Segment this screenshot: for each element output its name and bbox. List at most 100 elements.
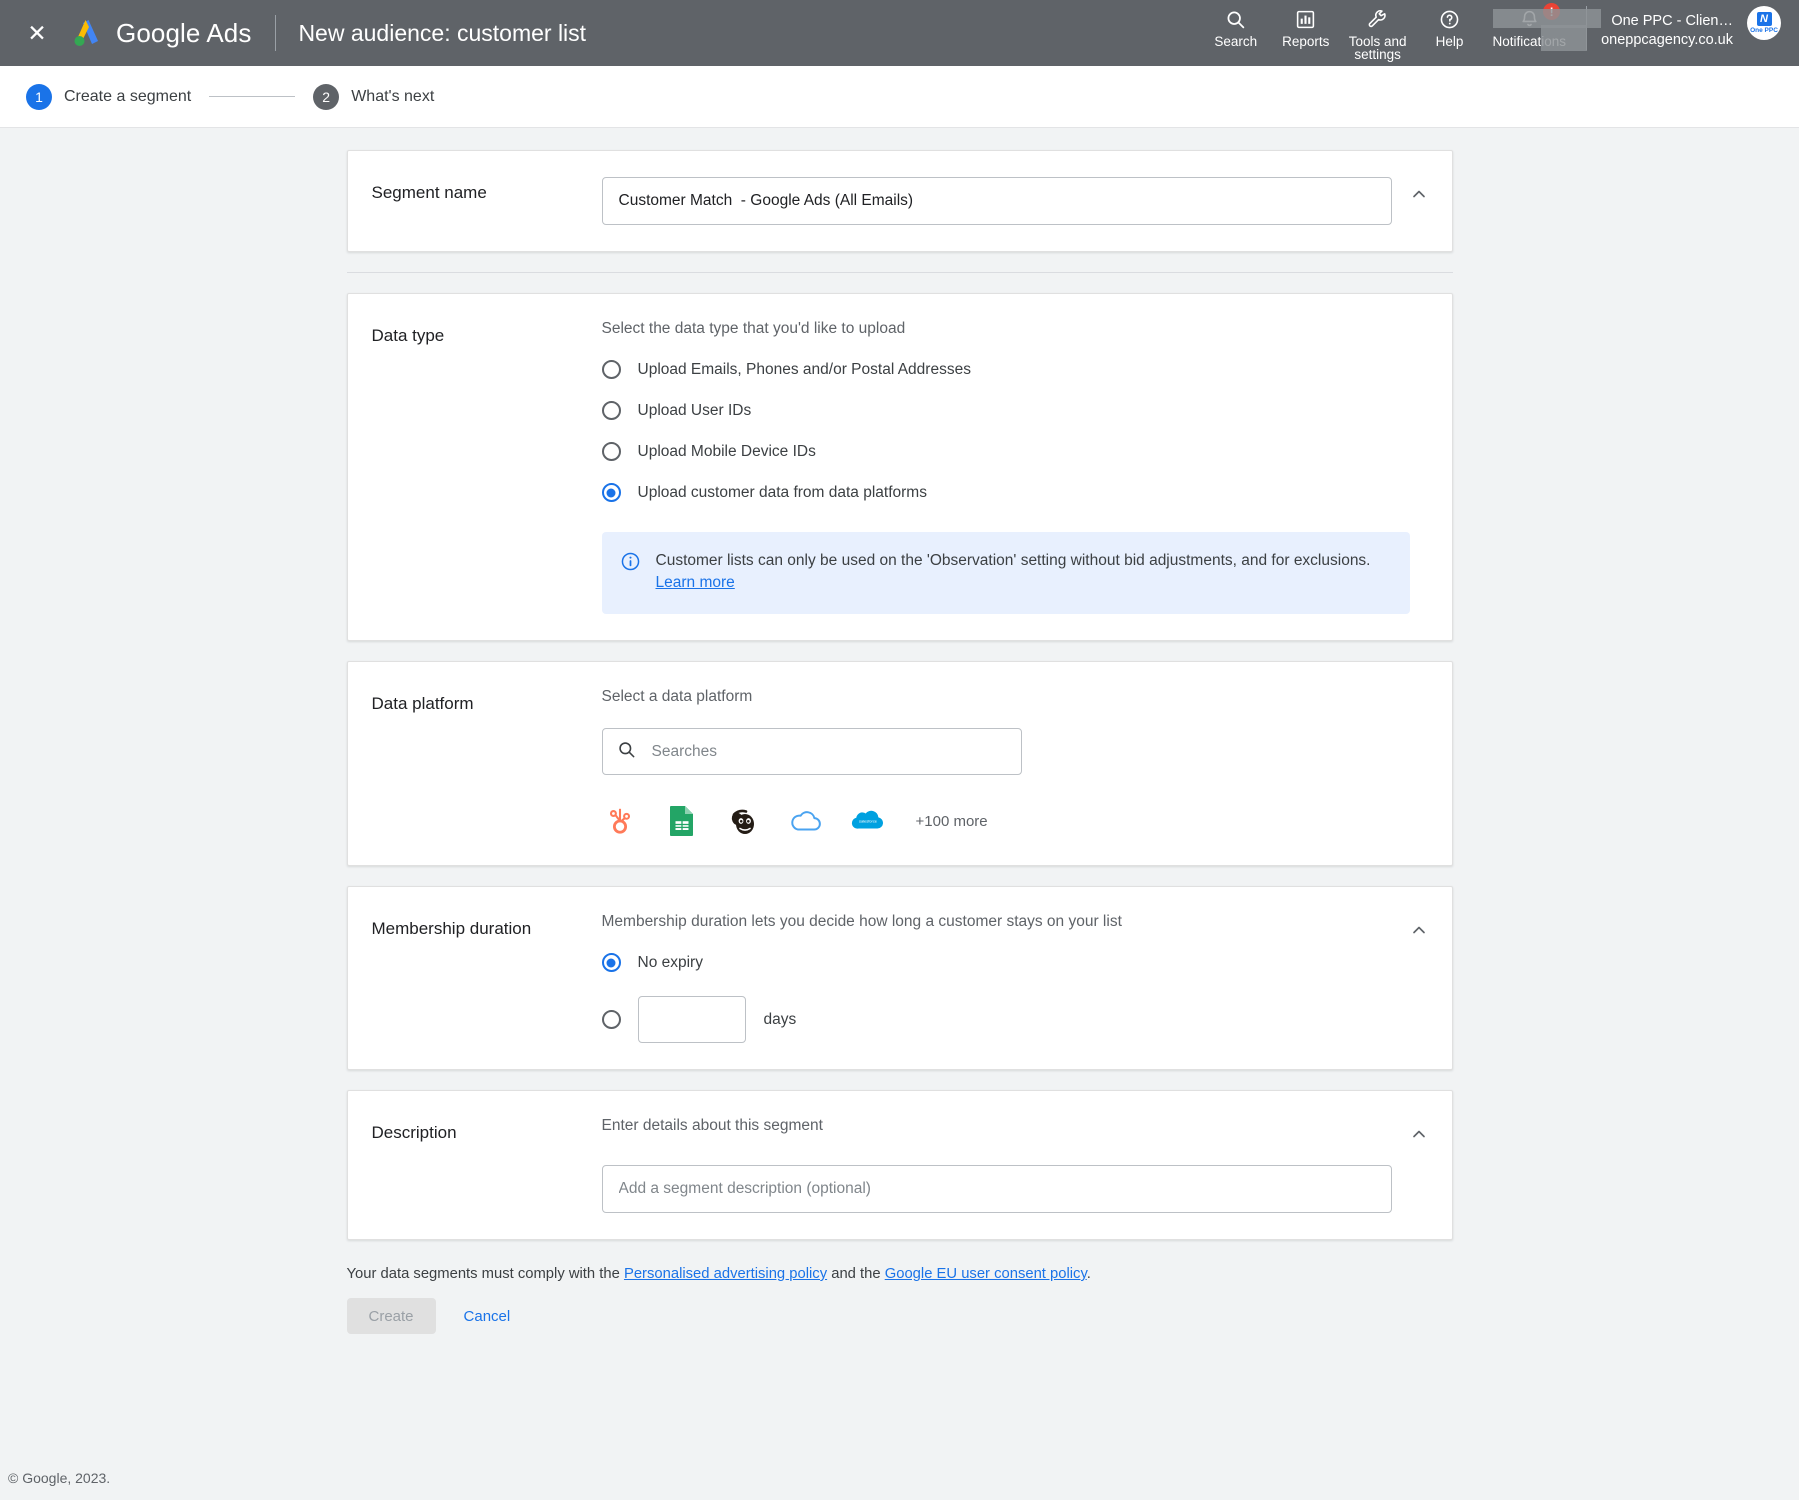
radio-no-expiry[interactable]	[601, 953, 621, 972]
salesforce-icon[interactable]: salesforce	[850, 803, 886, 839]
membership-duration-card: Membership duration Membership duration …	[346, 886, 1453, 1070]
create-button[interactable]: Create	[346, 1298, 436, 1334]
step-2-number: 2	[313, 83, 340, 110]
cloud-icon[interactable]	[788, 803, 824, 839]
header-divider	[275, 15, 277, 51]
data-type-option-user-ids[interactable]: Upload User IDs	[601, 401, 1426, 420]
mailchimp-icon[interactable]	[726, 803, 762, 839]
radio-user-ids[interactable]	[601, 401, 621, 420]
google-sheets-icon[interactable]	[664, 803, 700, 839]
policy-middle: and the	[827, 1266, 885, 1282]
radio-emails[interactable]	[601, 360, 621, 379]
info-icon	[620, 550, 642, 594]
more-platforms-link[interactable]: +100 more	[916, 813, 988, 830]
close-icon[interactable]: ✕	[22, 18, 52, 48]
membership-duration-label: Membership duration	[371, 919, 532, 938]
svg-text:salesforce: salesforce	[858, 819, 877, 824]
avatar[interactable]: N One PPC	[1747, 6, 1781, 40]
card-gap-3	[0, 1070, 1799, 1090]
radio-mobile-device-ids[interactable]	[601, 442, 621, 461]
step-create-a-segment[interactable]: 1 Create a segment	[26, 83, 192, 110]
google-eu-user-consent-policy-link[interactable]: Google EU user consent policy	[885, 1266, 1087, 1282]
header-help-button[interactable]: Help	[1415, 6, 1485, 48]
description-collapse-button[interactable]	[1404, 1119, 1434, 1149]
data-platform-card: Data platform Select a data platform Sea…	[346, 661, 1453, 866]
step-1-label: Create a segment	[64, 87, 192, 105]
header-search-button[interactable]: Search	[1201, 6, 1271, 48]
account-info[interactable]: One PPC - Clien… oneppcagency.co.uk	[1493, 6, 1743, 56]
policy-suffix: .	[1086, 1266, 1091, 1282]
description-label: Description	[371, 1123, 457, 1142]
header-reports-button[interactable]: Reports	[1271, 6, 1341, 48]
app-bar: ✕ Google Ads New audience: customer list…	[0, 0, 1799, 66]
section-divider	[346, 272, 1453, 273]
footer-area: Your data segments must comply with the …	[346, 1266, 1453, 1334]
hubspot-icon[interactable]	[602, 803, 638, 839]
search-icon	[1225, 6, 1246, 32]
brand-title[interactable]: Google Ads	[116, 18, 251, 49]
reports-icon	[1295, 6, 1316, 32]
radio-data-platforms[interactable]	[601, 483, 621, 502]
description-input[interactable]	[601, 1165, 1392, 1213]
card-gap-1	[0, 641, 1799, 661]
header-help-label: Help	[1435, 34, 1464, 49]
help-icon	[1439, 6, 1460, 32]
step-2-label: What's next	[351, 87, 435, 105]
data-type-label: Data type	[371, 326, 445, 345]
account-name: One PPC - Clien…	[1611, 13, 1733, 29]
wrench-icon	[1367, 6, 1388, 32]
header-tools-button[interactable]: Tools and settings	[1341, 6, 1415, 61]
radio-emails-label: Upload Emails, Phones and/or Postal Addr…	[637, 360, 971, 378]
step-1-number: 1	[26, 83, 52, 110]
cancel-button[interactable]: Cancel	[458, 1307, 517, 1326]
personalised-advertising-policy-link[interactable]: Personalised advertising policy	[624, 1266, 827, 1282]
account-domain: oneppcagency.co.uk	[1601, 32, 1733, 48]
search-icon	[617, 740, 636, 764]
avatar-label: One PPC	[1750, 27, 1778, 34]
chevron-up-icon	[1412, 190, 1425, 198]
radio-days[interactable]	[601, 1010, 621, 1029]
segment-name-collapse-button[interactable]	[1404, 179, 1434, 209]
learn-more-link[interactable]: Learn more	[656, 572, 735, 594]
policy-prefix: Your data segments must comply with the	[346, 1266, 624, 1282]
data-type-option-mobile-device-ids[interactable]: Upload Mobile Device IDs	[601, 442, 1426, 461]
page-title: New audience: customer list	[298, 19, 587, 46]
data-platform-label: Data platform	[371, 694, 474, 713]
policy-text: Your data segments must comply with the …	[347, 1266, 1453, 1282]
segment-name-card: Segment name	[346, 150, 1453, 252]
appbar-actions: Search Reports Tools and settings Help !	[1201, 0, 1781, 66]
radio-mobile-device-ids-label: Upload Mobile Device IDs	[637, 442, 816, 460]
radio-data-platforms-label: Upload customer data from data platforms	[637, 483, 927, 501]
segment-name-label: Segment name	[371, 183, 487, 202]
google-ads-logo	[70, 16, 104, 50]
platform-search-input[interactable]	[649, 741, 1007, 762]
data-type-helper: Select the data type that you'd like to …	[601, 320, 906, 337]
segment-name-input[interactable]	[601, 177, 1392, 225]
radio-user-ids-label: Upload User IDs	[637, 401, 752, 419]
observation-info-banner: Customer lists can only be used on the '…	[601, 532, 1410, 614]
card-gap-2	[0, 866, 1799, 886]
header-tools-label: Tools and settings	[1348, 34, 1407, 62]
header-search-label: Search	[1214, 34, 1258, 49]
description-helper: Enter details about this segment	[601, 1117, 823, 1134]
platform-search-box[interactable]	[601, 728, 1022, 775]
main-content: Segment name Data type Select the data t…	[0, 128, 1799, 1500]
radio-no-expiry-label: No expiry	[637, 953, 703, 971]
info-banner-text: Customer lists can only be used on the '…	[655, 552, 1371, 569]
avatar-initial: N	[1756, 12, 1772, 26]
data-type-option-emails[interactable]: Upload Emails, Phones and/or Postal Addr…	[601, 360, 1426, 379]
copyright: © Google, 2023.	[8, 1470, 111, 1486]
days-input[interactable]	[637, 996, 746, 1043]
chevron-up-icon	[1412, 926, 1425, 934]
membership-option-days[interactable]: days	[601, 996, 1426, 1043]
step-connector	[209, 96, 296, 97]
membership-duration-collapse-button[interactable]	[1404, 915, 1434, 945]
chevron-up-icon	[1412, 1130, 1425, 1138]
data-type-option-data-platforms[interactable]: Upload customer data from data platforms	[601, 483, 1426, 502]
description-card: Description Enter details about this seg…	[346, 1090, 1453, 1240]
redacted-block-2	[1541, 25, 1588, 51]
header-reports-label: Reports	[1282, 34, 1330, 49]
step-whats-next[interactable]: 2 What's next	[313, 83, 435, 110]
form-actions: Create Cancel	[346, 1298, 1453, 1334]
membership-option-no-expiry[interactable]: No expiry	[601, 953, 1426, 972]
